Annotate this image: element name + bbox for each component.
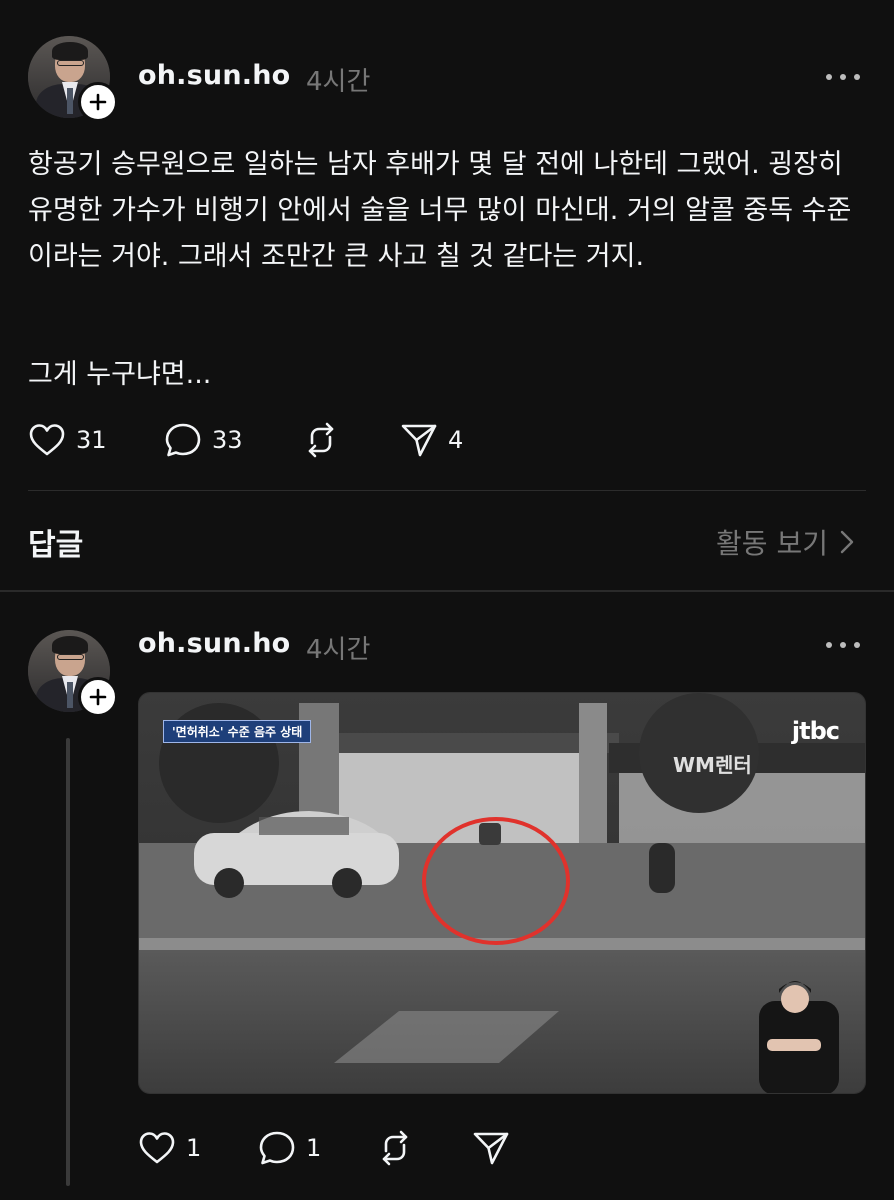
like-button[interactable]: 1 (138, 1131, 258, 1165)
username[interactable]: oh.sun.ho (138, 60, 290, 91)
share-button[interactable]: 4 (400, 422, 463, 458)
post-actions: 1 1 (138, 1128, 510, 1168)
post-text-paragraph-2: 그게 누구냐면... (28, 359, 212, 390)
post-main: oh.sun.ho 4시간 항공기 승무원으로 일하는 남자 후배가 몇 달 전… (0, 0, 894, 490)
like-count: 31 (76, 426, 107, 454)
speech-bubble-icon (259, 1131, 295, 1165)
like-button[interactable]: 31 (28, 423, 164, 457)
repost-arrows-icon (382, 1130, 408, 1166)
comment-count: 1 (306, 1134, 322, 1162)
video-thumbnail[interactable]: '면허취소' 수준 음주 상태 jtbc WM렌터 (138, 692, 866, 1094)
more-horizontal-icon[interactable] (826, 640, 860, 650)
replies-title: 답글 (28, 528, 84, 563)
chevron-right-icon (840, 530, 854, 554)
video-frame-image (139, 693, 865, 1093)
comment-count: 33 (212, 426, 243, 454)
like-count: 1 (186, 1134, 202, 1162)
username[interactable]: oh.sun.ho (138, 628, 290, 659)
follow-plus-icon[interactable] (78, 82, 118, 122)
divider (28, 490, 866, 491)
thread-line (66, 738, 70, 1186)
post-time: 4시간 (306, 67, 371, 97)
section-divider (0, 590, 894, 592)
more-horizontal-icon[interactable] (826, 72, 860, 82)
news-caption-badge: '면허취소' 수준 음주 상태 (163, 720, 312, 743)
post-text-paragraph-1: 항공기 승무원으로 일하는 남자 후배가 몇 달 전에 나한테 그랬어. 굉장히… (28, 149, 852, 272)
share-button[interactable] (472, 1130, 510, 1166)
repost-arrows-icon (308, 422, 334, 458)
view-activity-label: 활동 보기 (716, 527, 828, 560)
speech-bubble-icon (165, 423, 201, 457)
post-actions: 31 33 4 (28, 420, 463, 460)
view-activity-link[interactable]: 활동 보기 (716, 522, 854, 562)
heart-icon (29, 424, 65, 456)
store-sign-text: WM렌터 (673, 753, 752, 777)
broadcaster-logo: jtbc (791, 717, 840, 745)
heart-icon (139, 1132, 175, 1164)
comment-button[interactable]: 1 (258, 1130, 376, 1166)
share-count: 4 (448, 426, 464, 454)
paper-plane-icon (401, 424, 437, 457)
repost-button[interactable] (302, 421, 400, 459)
repost-button[interactable] (376, 1129, 472, 1167)
follow-plus-icon[interactable] (78, 677, 118, 717)
paper-plane-icon (473, 1132, 509, 1165)
post-time: 4시간 (306, 635, 371, 665)
comment-button[interactable]: 33 (164, 422, 302, 458)
